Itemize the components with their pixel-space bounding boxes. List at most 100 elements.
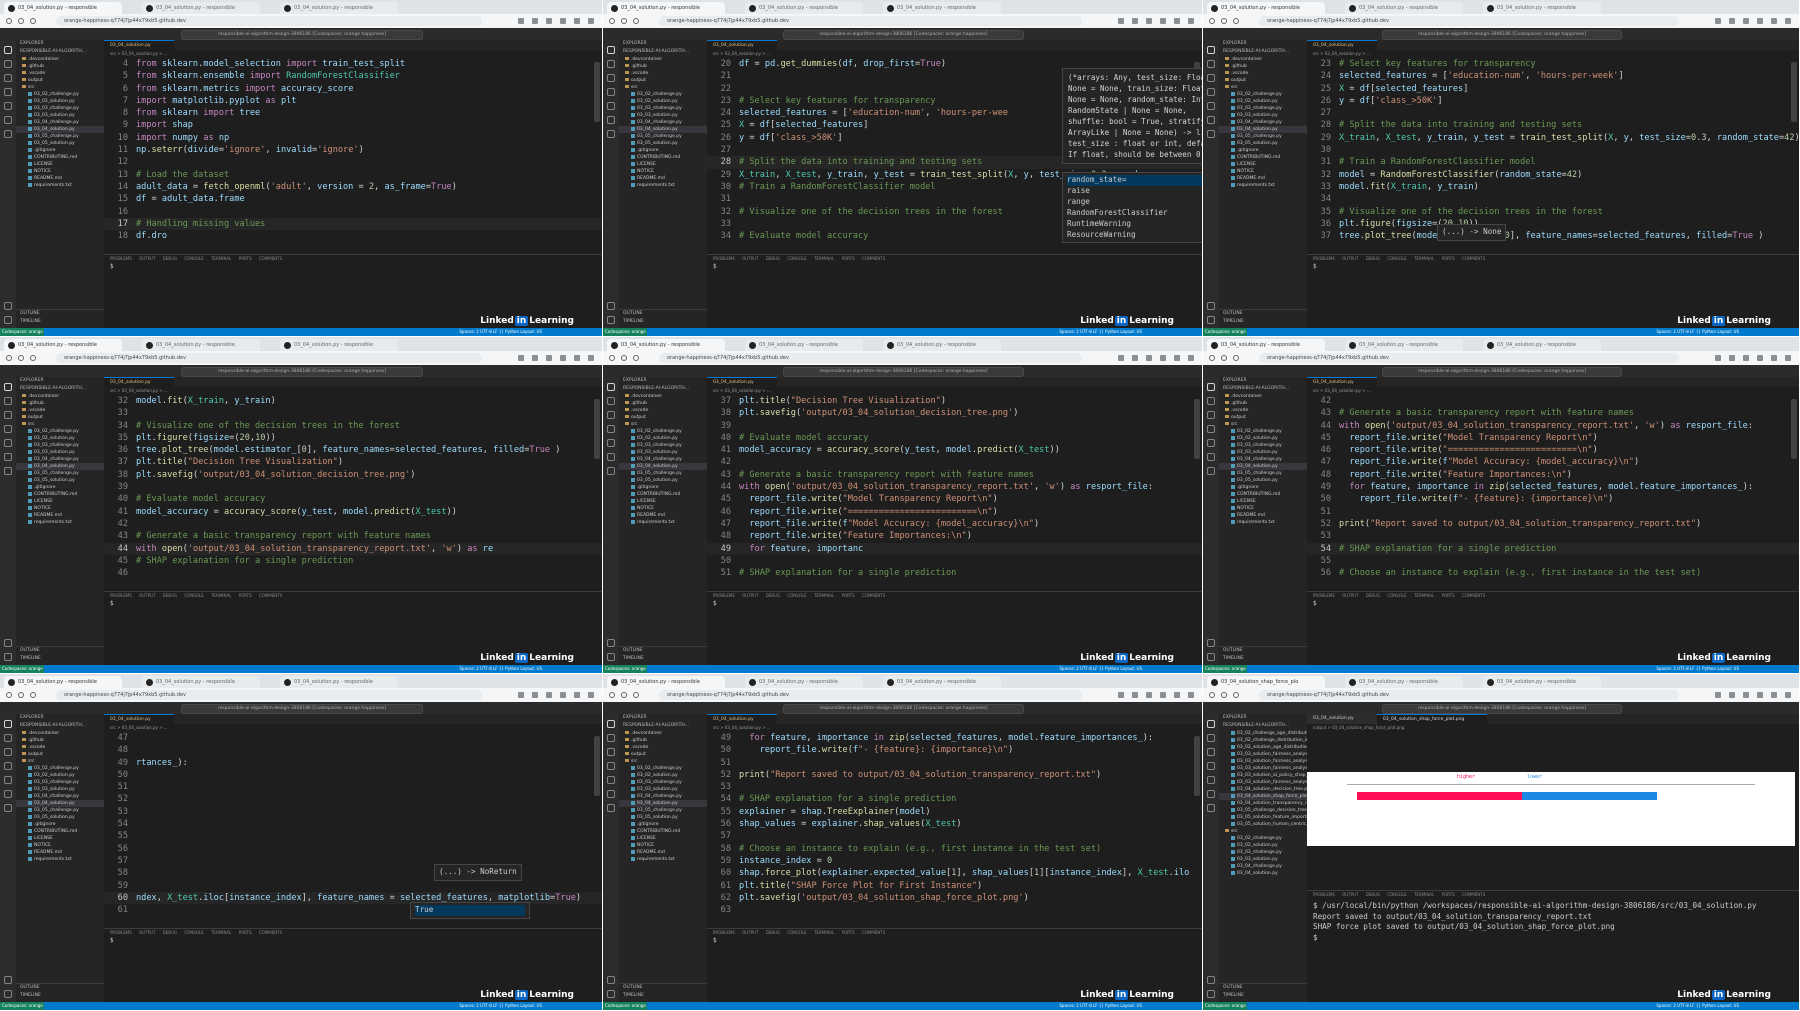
terminal-prompt[interactable]: $ (1307, 600, 1799, 607)
url-input[interactable]: orange-happiness-q774j7jp44x79xb5.github… (1259, 690, 1679, 700)
toolbar-icon[interactable] (1757, 18, 1763, 24)
toolbar-icon[interactable] (1715, 692, 1721, 698)
explorer-item[interactable]: 03_05_challenge.py (619, 470, 707, 477)
back-icon[interactable] (609, 692, 615, 698)
explorer-item[interactable]: 03_05_challenge.py (1219, 133, 1307, 140)
toolbar-icon[interactable] (574, 692, 580, 698)
extensions-icon[interactable] (1207, 439, 1215, 447)
explorer-item[interactable]: NOTICE (1219, 505, 1307, 512)
explorer-item[interactable]: 03_03_solution.py (619, 112, 707, 119)
explorer-item[interactable]: .gitignore (619, 147, 707, 154)
explorer-item[interactable]: 03_02_solution.py (16, 435, 104, 442)
run-debug-icon[interactable] (4, 762, 12, 770)
browser-tab[interactable]: 03_04_solution_shap_force_plo (1207, 676, 1325, 688)
outline-section[interactable]: OUTLINE (16, 647, 104, 655)
explorer-item[interactable]: src (16, 758, 104, 765)
explorer-item[interactable]: 03_03_solution.py (16, 786, 104, 793)
terminal-prompt[interactable]: $ (707, 937, 1202, 944)
explorer-item[interactable]: README.md (1219, 175, 1307, 182)
explorer-item[interactable]: .devcontainer (1219, 56, 1307, 63)
toolbar-icon[interactable] (1188, 692, 1194, 698)
editor-scrollbar[interactable] (1194, 736, 1200, 796)
toolbar-icon[interactable] (1146, 692, 1152, 698)
explorer-item[interactable]: src (1219, 84, 1307, 91)
explorer-item[interactable]: LICENSE (619, 835, 707, 842)
explorer-icon[interactable] (4, 720, 12, 728)
explorer-item[interactable]: output (16, 77, 104, 84)
toolbar-icon[interactable] (574, 18, 580, 24)
explorer-item[interactable]: .github (16, 400, 104, 407)
account-icon[interactable] (607, 653, 615, 661)
account-icon[interactable] (607, 990, 615, 998)
explorer-item[interactable]: requirements.txt (619, 856, 707, 863)
explorer-item[interactable]: .github (619, 737, 707, 744)
testing-icon[interactable] (607, 804, 615, 812)
explorer-item[interactable]: .gitignore (619, 821, 707, 828)
explorer-icon[interactable] (1207, 46, 1215, 54)
explorer-item[interactable]: 03_02_solution.py (619, 435, 707, 442)
forward-icon[interactable] (18, 355, 24, 361)
explorer-item[interactable]: 03_05_challenge.py (16, 133, 104, 140)
explorer-item[interactable]: 03_03_solution.py (1219, 112, 1307, 119)
toolbar-icon[interactable] (1160, 355, 1166, 361)
command-center[interactable]: responsible-ai-algorithm-design-3806186 … (1381, 367, 1623, 377)
explorer-item[interactable]: CONTRIBUTING.md (619, 154, 707, 161)
reload-icon[interactable] (30, 692, 36, 698)
source-control-icon[interactable] (4, 748, 12, 756)
code-lines[interactable]: 37 plt.title("Decision Tree Visualization… (707, 395, 1202, 579)
explorer-item[interactable]: 03_02_solution.py (619, 98, 707, 105)
remote-icon[interactable] (4, 116, 12, 124)
explorer-item[interactable]: 03_05_solution.py (1219, 140, 1307, 147)
explorer-item[interactable]: 03_04_solution.py (16, 800, 104, 807)
explorer-item[interactable]: .vscode (619, 70, 707, 77)
explorer-icon[interactable] (1207, 720, 1215, 728)
explorer-item[interactable]: NOTICE (1219, 168, 1307, 175)
explorer-item[interactable]: src (1219, 421, 1307, 428)
forward-icon[interactable] (621, 692, 627, 698)
browser-tab[interactable]: 03_04_solution.py - responsible (4, 676, 122, 688)
command-center[interactable]: responsible-ai-algorithm-design-3806186 … (180, 704, 424, 714)
outline-section[interactable]: OUTLINE (619, 984, 707, 992)
panel-tabs[interactable]: PROBLEMS OUTPUT DEBUG CONSOLE TERMINAL P… (104, 592, 602, 600)
search-icon[interactable] (1207, 60, 1215, 68)
source-control-icon[interactable] (607, 74, 615, 82)
editor-tab[interactable]: 03_04_solution.py (104, 40, 174, 50)
back-icon[interactable] (1209, 18, 1215, 24)
explorer-item[interactable]: 03_03_challenge.py (16, 442, 104, 449)
back-icon[interactable] (6, 18, 12, 24)
editor-tab[interactable]: 03_04_solution.py (1307, 377, 1377, 387)
browser-tab[interactable]: 03_04_solution.py - responsible (4, 339, 122, 351)
back-icon[interactable] (1209, 355, 1215, 361)
run-debug-icon[interactable] (1207, 425, 1215, 433)
explorer-item[interactable]: 03_03_challenge.py (16, 779, 104, 786)
settings-gear-icon[interactable] (4, 639, 12, 647)
toolbar-icon[interactable] (1174, 355, 1180, 361)
remote-indicator[interactable]: Codespaces: orange happiness (0, 1002, 44, 1010)
extensions-icon[interactable] (4, 102, 12, 110)
terminal-prompt[interactable]: $ (707, 263, 1202, 270)
panel-tabs[interactable]: PROBLEMS OUTPUT DEBUG CONSOLE TERMINAL P… (104, 929, 602, 937)
explorer-item[interactable]: CONTRIBUTING.md (16, 154, 104, 161)
browser-tab[interactable]: 03_04_solution.py - responsible (607, 339, 725, 351)
source-control-icon[interactable] (1207, 74, 1215, 82)
settings-gear-icon[interactable] (1207, 976, 1215, 984)
explorer-item[interactable]: CONTRIBUTING.md (16, 828, 104, 835)
settings-gear-icon[interactable] (607, 302, 615, 310)
extensions-icon[interactable] (607, 776, 615, 784)
account-icon[interactable] (4, 990, 12, 998)
explorer-item[interactable]: 03_04_challenge.py (619, 456, 707, 463)
explorer-item[interactable]: 03_02_challenge.py (619, 765, 707, 772)
explorer-item[interactable]: output (1219, 77, 1307, 84)
browser-tab[interactable]: 03_04_solution.py - responsible (280, 339, 398, 351)
explorer-item[interactable]: CONTRIBUTING.md (16, 491, 104, 498)
back-icon[interactable] (1209, 692, 1215, 698)
account-icon[interactable] (1207, 653, 1215, 661)
remote-indicator[interactable]: Codespaces: orange happiness (1203, 328, 1247, 336)
editor-scrollbar[interactable] (594, 736, 600, 796)
timeline-section[interactable]: TIMELINE (1219, 992, 1307, 1000)
explorer-item[interactable]: 03_05_solution_human_centric_report.txt (1219, 821, 1307, 828)
testing-icon[interactable] (1207, 804, 1215, 812)
explorer-item[interactable]: 03_02_challenge.py (1219, 428, 1307, 435)
outline-section[interactable]: OUTLINE (1219, 647, 1307, 655)
browser-tab[interactable]: 03_04_solution.py - responsible (1483, 339, 1601, 351)
